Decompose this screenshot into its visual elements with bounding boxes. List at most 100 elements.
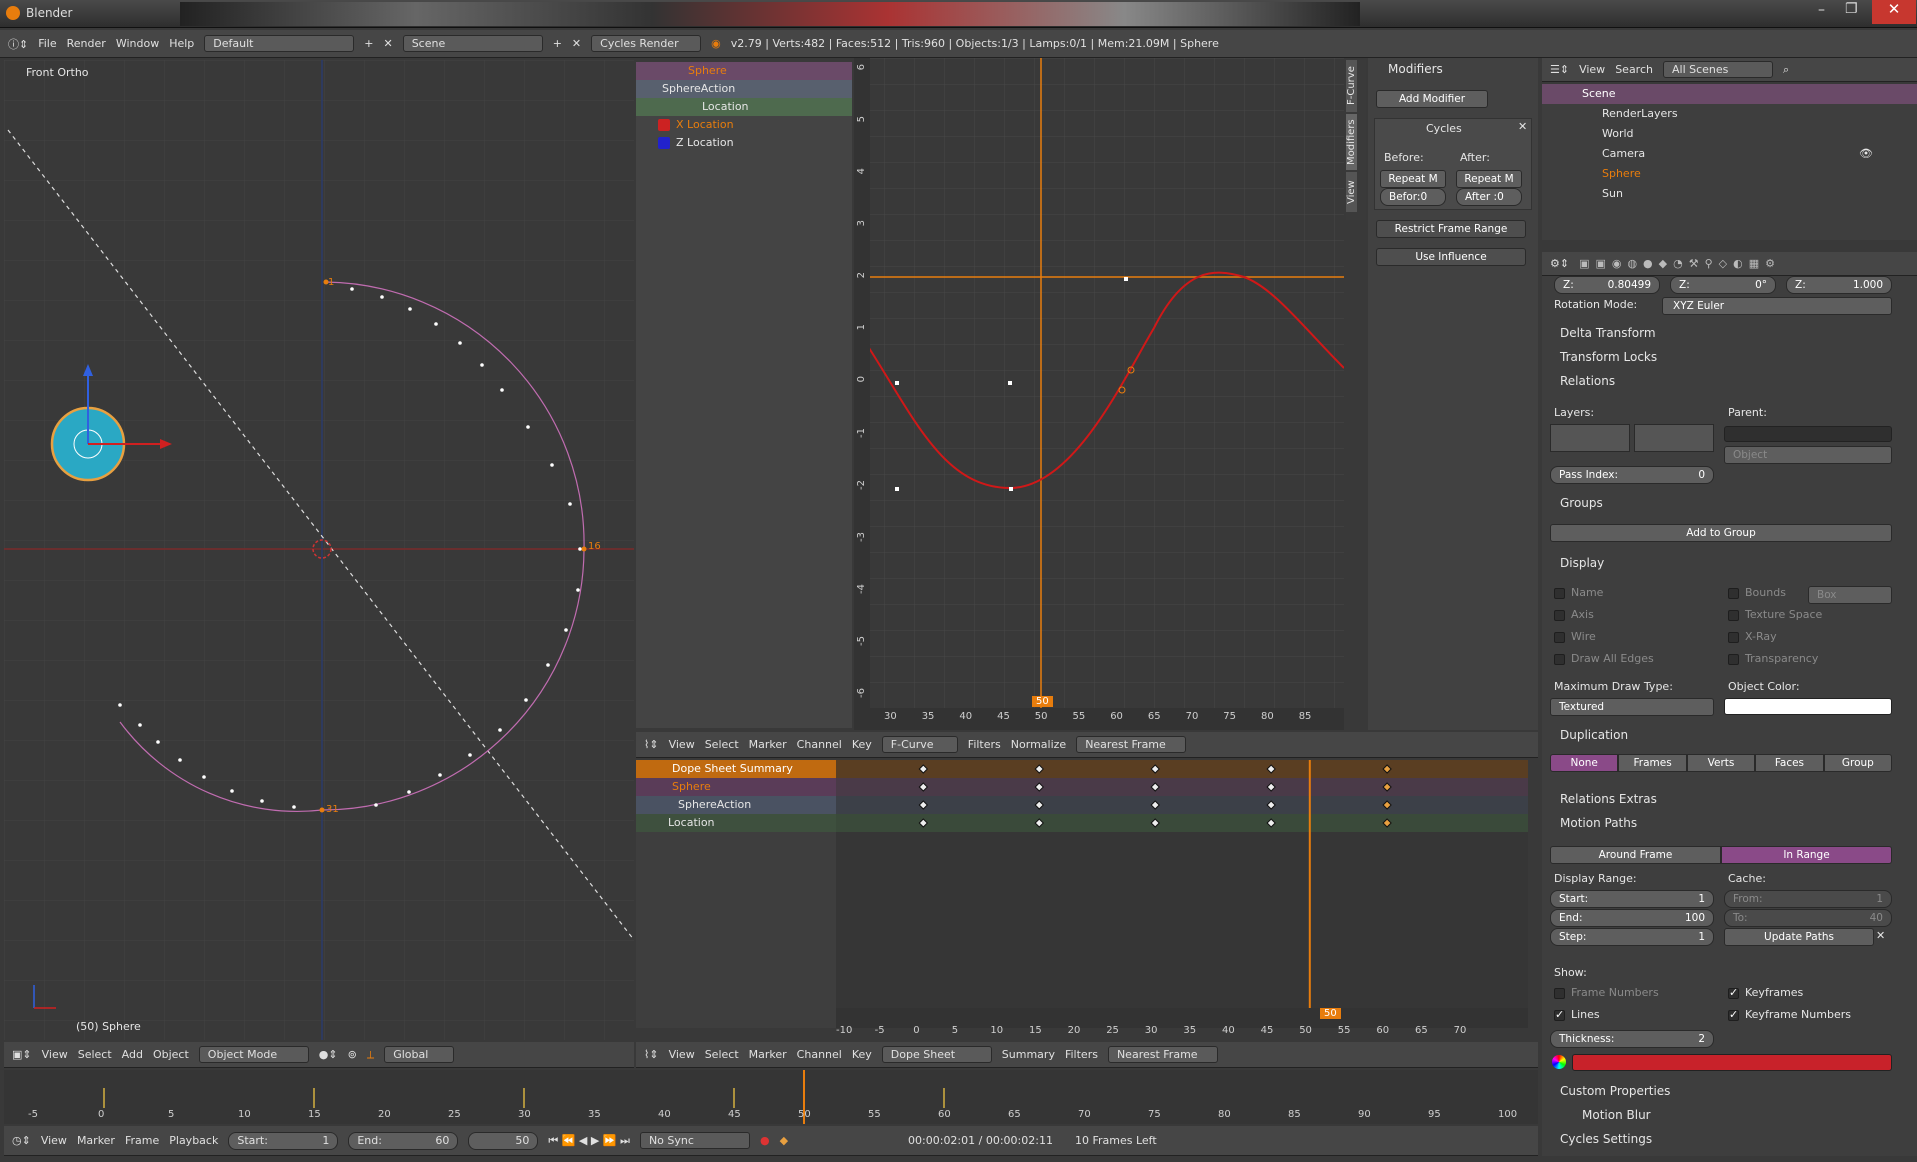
channel-x-location[interactable]: X Location [636,116,852,134]
object-color-swatch[interactable] [1724,698,1892,715]
parent-type[interactable]: Object [1724,446,1892,464]
check-transparency[interactable]: Transparency [1728,648,1822,670]
outliner-search-icon[interactable]: ⌕ [1783,63,1789,77]
menu-help[interactable]: Help [169,37,194,50]
rotation-mode-select[interactable]: XYZ Euler [1662,297,1892,315]
ds-menu-channel[interactable]: Channel [797,1048,842,1061]
pass-index-field[interactable]: Pass Index: 0 [1550,466,1714,484]
groups-panel[interactable]: Groups [1560,496,1603,510]
shading-icon[interactable]: ●⇕ [319,1048,338,1061]
custom-properties-panel[interactable]: Custom Properties [1560,1084,1670,1098]
graph-menu-select[interactable]: Select [705,738,739,751]
orientation-selector[interactable]: Global [384,1046,455,1063]
check-axis[interactable]: Axis [1554,604,1654,626]
viewport-menu-add[interactable]: Add [122,1048,143,1061]
use-influence[interactable]: Use Influence [1376,248,1526,266]
duplication-panel[interactable]: Duplication [1560,728,1628,742]
ds-menu-marker[interactable]: Marker [749,1048,787,1061]
dup-tab-frames[interactable]: Frames [1618,754,1687,772]
dup-tab-faces[interactable]: Faces [1755,754,1824,772]
layer-grid-b[interactable] [1634,424,1714,452]
cycles-settings-panel[interactable]: Cycles Settings [1560,1132,1652,1146]
maximize-button[interactable]: ❐ [1845,1,1858,17]
after-count[interactable]: After :0 [1456,188,1522,206]
timeline-editor-icon[interactable]: ◷⇕ [12,1134,31,1147]
graph-snap-selector[interactable]: Nearest Frame [1076,736,1187,753]
tab-view[interactable]: View [1346,172,1357,212]
display-panel[interactable]: Display [1560,556,1604,570]
menu-file[interactable]: File [38,37,56,50]
check-xray[interactable]: X-Ray [1728,626,1822,648]
graph-menu-view[interactable]: View [669,738,695,751]
outliner-menu-search[interactable]: Search [1615,63,1653,76]
cycles-delete-icon[interactable]: ✕ [1518,120,1527,133]
visibility-eye-icon[interactable]: 👁 [1859,144,1873,164]
viewport-menu-select[interactable]: Select [78,1048,112,1061]
outliner-scope[interactable]: All Scenes [1662,61,1773,78]
channel-sphere[interactable]: Sphere [636,62,852,80]
layer-grid-a[interactable] [1550,424,1630,452]
motion-blur-panel[interactable]: Motion Blur [1582,1108,1651,1122]
add-to-group-button[interactable]: Add to Group [1550,524,1892,542]
graph-filters[interactable]: Filters [968,738,1001,751]
graph-menu-channel[interactable]: Channel [797,738,842,751]
graph-menu-key[interactable]: Key [852,738,872,751]
viewport-menu-view[interactable]: View [42,1048,68,1061]
max-draw-select[interactable]: Textured [1550,698,1714,716]
channel-sphereaction[interactable]: SphereAction [636,80,852,98]
clear-paths-icon[interactable]: ✕ [1876,929,1885,942]
check-draw-all-edges[interactable]: Draw All Edges [1554,648,1654,670]
path-color-swatch[interactable] [1572,1054,1892,1071]
tl-end-field[interactable]: End: 60 [348,1131,459,1150]
properties-context-icons[interactable]: ▣▣◉◍●◆◔⚒⚲◇◐▦⚙ [1579,257,1781,270]
dopesheet-area[interactable] [836,760,1528,1028]
check-lines[interactable]: Lines [1554,1008,1600,1021]
outliner-item-sphere[interactable]: Sphere [1542,164,1917,184]
parent-field[interactable] [1724,426,1892,442]
tab-modifiers[interactable]: Modifiers [1346,114,1357,170]
add-modifier-dropdown[interactable]: Add Modifier [1376,90,1488,108]
thickness-field[interactable]: Thickness: 2 [1550,1030,1714,1048]
channel-location[interactable]: Location [636,98,852,116]
graph-normalize[interactable]: Normalize [1011,738,1066,751]
dup-tab-group[interactable]: Group [1823,754,1893,772]
tl-menu-view[interactable]: View [41,1134,67,1147]
check-texture-space[interactable]: Texture Space [1728,604,1822,626]
sync-selector[interactable]: No Sync [639,1132,750,1149]
restrict-frame-range[interactable]: Restrict Frame Range [1376,220,1526,238]
outliner-item-world[interactable]: World [1542,124,1917,144]
before-count[interactable]: Befor:0 [1380,188,1446,206]
loc-z-field[interactable]: Z: 0.80499 [1554,276,1660,294]
mp-tab-in-range[interactable]: In Range [1721,846,1892,864]
info-editor-icon[interactable]: ⓘ⇕ [8,36,28,52]
minimize-button[interactable]: – [1818,2,1825,18]
tl-menu-marker[interactable]: Marker [77,1134,115,1147]
graph-editor-icon[interactable]: ⌇⇕ [644,738,659,751]
layout-selector[interactable]: Default [204,35,355,52]
ds-menu-key[interactable]: Key [852,1048,872,1061]
check-wire[interactable]: Wire [1554,626,1654,648]
transform-locks-panel[interactable]: Transform Locks [1560,350,1657,364]
dopesheet-editor-icon[interactable]: ⌇⇕ [644,1048,659,1061]
outliner-item-camera[interactable]: Camera 👁 [1542,144,1917,164]
outliner-item-scene[interactable]: Scene [1542,84,1917,104]
tab-fcurve[interactable]: F-Curve [1346,60,1357,112]
remove-layout-icon[interactable]: ✕ [383,37,392,50]
tl-start-field[interactable]: Start: 1 [228,1131,339,1150]
bounds-type[interactable]: Box [1808,586,1892,604]
engine-selector[interactable]: Cycles Render [591,35,702,52]
check-keyframe-numbers[interactable]: Keyframe Numbers [1728,1008,1851,1021]
graph-mode-selector[interactable]: F-Curve [881,736,958,753]
channel-z-location[interactable]: Z Location [636,134,852,152]
mp-start-field[interactable]: Start: 1 [1550,890,1714,908]
properties-editor-icon[interactable]: ⚙⇕ [1550,257,1569,270]
ds-channel-sphere[interactable]: Sphere [636,778,836,796]
ds-summary-toggle[interactable]: Summary [1002,1048,1055,1061]
rot-z-field[interactable]: Z: 0° [1670,276,1776,294]
outliner-editor-icon[interactable]: ☰⇕ [1550,63,1569,76]
outliner-item-renderlayers[interactable]: RenderLayers [1542,104,1917,124]
manipulator-icon[interactable]: ⟂ [367,1048,374,1062]
view3d-editor-icon[interactable]: ▣⇕ [12,1048,32,1061]
motion-paths-panel[interactable]: Motion Paths [1560,816,1637,830]
close-window-button[interactable]: ✕ [1872,0,1916,24]
